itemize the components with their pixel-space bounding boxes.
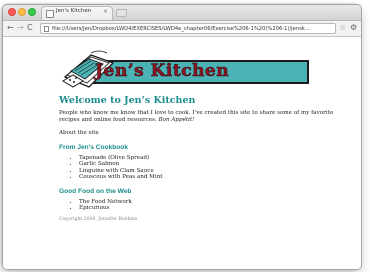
cookbook-heading: From Jen’s Cookbook: [59, 144, 128, 151]
bookmark-star-icon[interactable]: ☆: [339, 23, 346, 32]
browser-toolbar: ← → C file:///Users/Jen/Dropbox/LWD4/EXE…: [3, 21, 361, 37]
tab-close-icon[interactable]: ×: [103, 8, 108, 15]
settings-wrench-icon[interactable]: ⚙: [350, 23, 357, 32]
address-bar[interactable]: file:///Users/Jen/Dropbox/LWD4/EXERCISES…: [40, 23, 336, 34]
forward-arrow-icon[interactable]: →: [17, 23, 24, 33]
web-resources-heading: Good Food on the Web: [59, 187, 132, 195]
intro-emphasis: Bon Appétit!: [158, 117, 195, 123]
maximize-window-button[interactable]: [28, 8, 36, 16]
address-bar-url[interactable]: file:///Users/Jen/Dropbox/LWD4/EXERCISES…: [52, 25, 332, 33]
intro-paragraph: People who know me know that I love to c…: [59, 110, 339, 124]
browser-window: Jen's Kitchen × ← → C file:///Users/Jen/…: [2, 4, 362, 270]
banner-title: Jen’s Kitchen: [95, 61, 230, 82]
site-banner: Jen’s Kitchen: [61, 47, 311, 89]
back-arrow-icon[interactable]: ←: [7, 23, 14, 33]
cookbook-list: Tapenade (Olive Spread) Garlic Salmon Li…: [59, 155, 339, 181]
tab-jens-kitchen[interactable]: Jen's Kitchen ×: [41, 6, 113, 20]
web-resources-list: The Food Network Epicurious: [59, 199, 339, 212]
tab-strip: Jen's Kitchen ×: [3, 5, 361, 21]
close-window-button[interactable]: [8, 8, 16, 16]
file-page-icon: [44, 26, 49, 32]
page-heading: Welcome to Jen’s Kitchen: [59, 95, 196, 106]
new-tab-button[interactable]: [116, 9, 127, 17]
list-item[interactable]: Couscous with Peas and Mint: [79, 174, 339, 180]
copyright-text: Copyright 2006, Jennifer Robbins: [59, 217, 138, 223]
list-item[interactable]: Epicurious: [79, 205, 339, 211]
reload-icon[interactable]: C: [27, 23, 33, 33]
main-content: Welcome to Jen’s Kitchen People who know…: [59, 95, 339, 223]
page-favicon-icon: [46, 10, 54, 18]
page-viewport: Jen’s Kitchen Welcome to Jen’s Kitchen P…: [3, 37, 361, 269]
intro-text: People who know me know that I love to c…: [59, 110, 334, 123]
minimize-window-button[interactable]: [18, 8, 26, 16]
about-site-link[interactable]: About the site: [59, 130, 339, 137]
tab-title: Jen's Kitchen: [56, 8, 92, 14]
